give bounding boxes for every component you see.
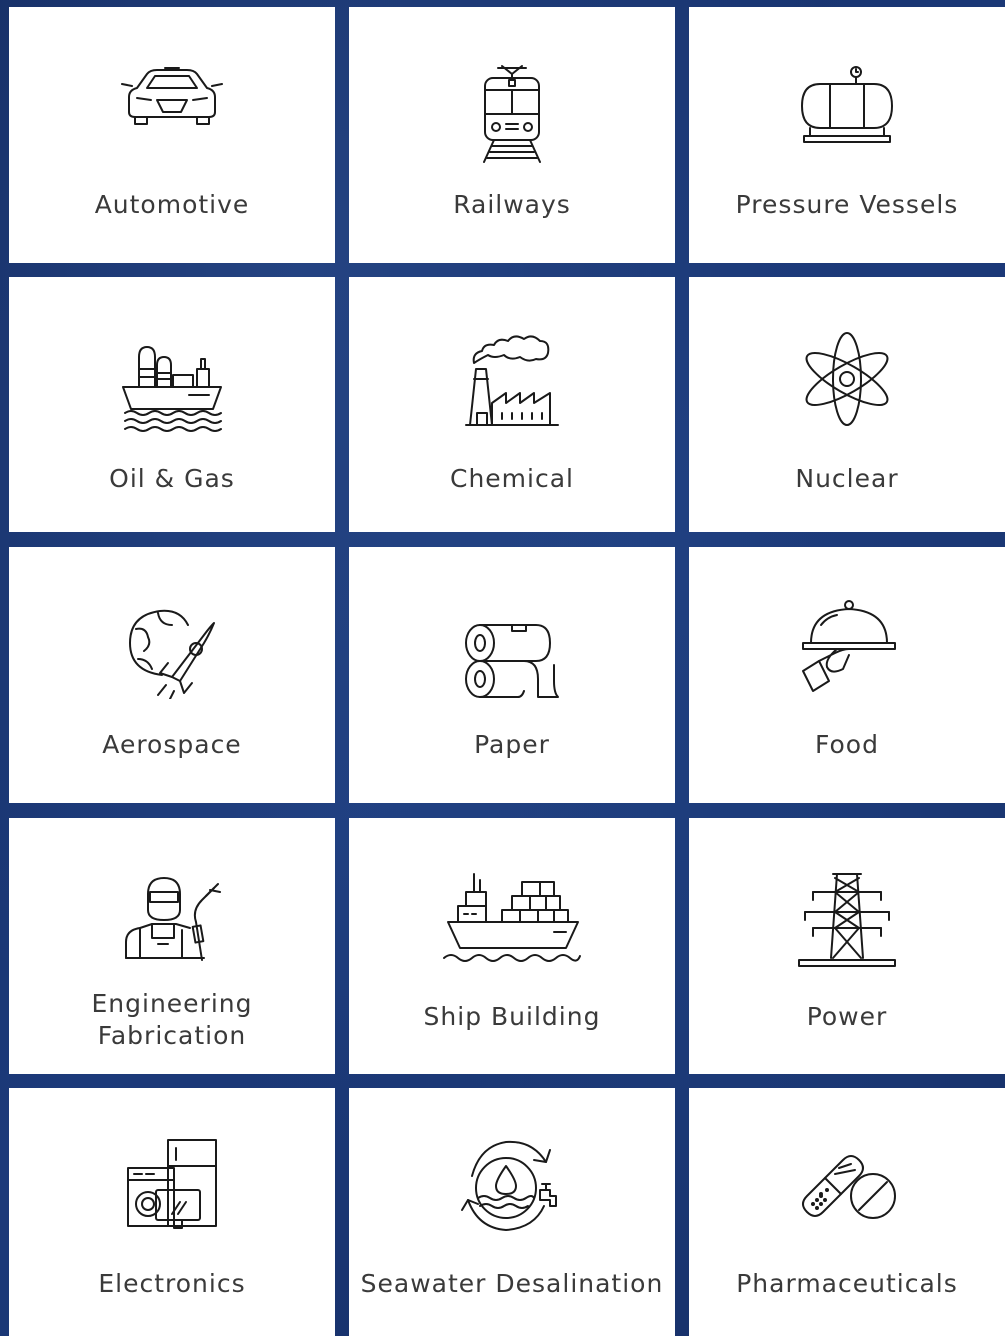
industries-grid: Automotive Railways Pressure Vessels Oil… <box>0 0 1005 1336</box>
industry-label: Pharmaceuticals <box>736 1269 958 1298</box>
industry-tile-ship-building[interactable]: Ship Building <box>349 818 675 1074</box>
industry-tile-engineering-fabrication[interactable]: Engineering Fabrication <box>9 818 335 1074</box>
industry-tile-seawater-desalination[interactable]: Seawater Desalination <box>349 1088 675 1336</box>
industry-label: Food <box>815 730 879 759</box>
industry-label: Paper <box>474 730 550 759</box>
industry-tile-pharmaceuticals[interactable]: Pharmaceuticals <box>689 1088 1005 1336</box>
cargo-ship-icon <box>349 870 675 965</box>
car-icon <box>9 62 335 132</box>
welder-icon <box>9 870 335 970</box>
train-icon <box>349 62 675 164</box>
industry-tile-oil-gas[interactable]: Oil & Gas <box>9 277 335 532</box>
power-tower-icon <box>689 870 1005 970</box>
industry-tile-paper[interactable]: Paper <box>349 547 675 803</box>
industry-tile-railways[interactable]: Railways <box>349 7 675 263</box>
industry-label: Seawater Desalination <box>360 1269 664 1298</box>
industry-label: Automotive <box>94 190 250 219</box>
industry-label: Power <box>806 1002 888 1031</box>
industry-tile-pressure-vessels[interactable]: Pressure Vessels <box>689 7 1005 263</box>
cloche-icon <box>689 599 1005 699</box>
industry-tile-food[interactable]: Food <box>689 547 1005 803</box>
oil-tanker-icon <box>9 329 335 433</box>
industry-label: Nuclear <box>795 464 899 493</box>
pressure-tank-icon <box>689 62 1005 148</box>
industry-tile-automotive[interactable]: Automotive <box>9 7 335 263</box>
industry-label: Engineering Fabrication <box>91 989 253 1050</box>
appliances-icon <box>9 1136 335 1236</box>
industry-tile-electronics[interactable]: Electronics <box>9 1088 335 1336</box>
industry-label: Aerospace <box>102 730 242 759</box>
factory-icon <box>349 329 675 429</box>
industry-tile-power[interactable]: Power <box>689 818 1005 1074</box>
water-cycle-icon <box>349 1136 675 1236</box>
pills-icon <box>689 1136 1005 1236</box>
paper-roll-icon <box>349 599 675 699</box>
industry-label: Chemical <box>450 464 574 493</box>
industry-tile-chemical[interactable]: Chemical <box>349 277 675 532</box>
industry-label: Oil & Gas <box>109 464 235 493</box>
industry-tile-aerospace[interactable]: Aerospace <box>9 547 335 803</box>
industry-label: Ship Building <box>423 1002 601 1031</box>
rocket-globe-icon <box>9 599 335 699</box>
industry-label: Railways <box>453 190 571 219</box>
atom-icon <box>689 329 1005 429</box>
industry-label: Pressure Vessels <box>735 190 959 219</box>
industry-tile-nuclear[interactable]: Nuclear <box>689 277 1005 532</box>
industry-label: Electronics <box>98 1269 246 1298</box>
